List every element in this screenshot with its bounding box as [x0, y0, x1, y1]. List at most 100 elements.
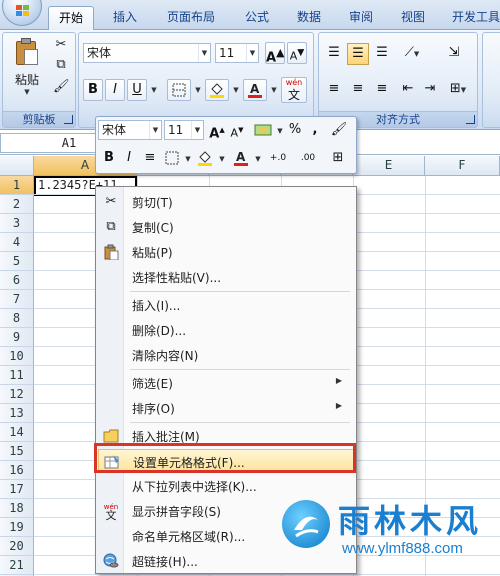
- mini-borders-icon[interactable]: [162, 148, 182, 170]
- chevron-down-icon[interactable]: ▼: [149, 121, 161, 139]
- office-button[interactable]: [2, 0, 42, 26]
- shrink-font-button[interactable]: A▼: [287, 42, 307, 64]
- increase-indent-icon[interactable]: ⇥: [419, 79, 441, 101]
- row-header[interactable]: 6: [0, 271, 34, 290]
- menu-item-copy[interactable]: ⧉ 复制(C): [98, 215, 354, 239]
- cut-icon[interactable]: ✂: [53, 37, 69, 53]
- menu-item-cut[interactable]: ✂ 剪切(T): [98, 190, 354, 214]
- chevron-down-icon[interactable]: ▼: [254, 148, 262, 170]
- font-color-button[interactable]: A: [243, 79, 267, 101]
- mini-grow-font-icon[interactable]: A▲: [208, 120, 226, 142]
- align-middle-icon[interactable]: ☰: [347, 43, 369, 65]
- row-header[interactable]: 16: [0, 461, 34, 480]
- mini-comma-button[interactable]: ,: [308, 120, 322, 142]
- underline-button[interactable]: U: [127, 79, 147, 101]
- row-header[interactable]: 20: [0, 537, 34, 556]
- mini-format-painter-icon[interactable]: 🖌: [328, 120, 350, 142]
- alignment-launcher-icon[interactable]: [466, 115, 475, 124]
- row-header[interactable]: 7: [0, 290, 34, 309]
- select-all-corner[interactable]: [0, 156, 34, 176]
- menu-item-clear-contents[interactable]: 清除内容(N): [98, 343, 354, 367]
- row-header[interactable]: 4: [0, 233, 34, 252]
- tab-data[interactable]: 数据: [286, 6, 332, 30]
- menu-item-filter[interactable]: 筛选(E) ▶: [98, 371, 354, 395]
- copy-icon[interactable]: ⧉: [53, 57, 69, 73]
- row-header[interactable]: 2: [0, 195, 34, 214]
- align-top-icon[interactable]: ☰: [323, 43, 345, 65]
- chevron-down-icon[interactable]: ▼: [191, 121, 203, 139]
- row-header[interactable]: 21: [0, 556, 34, 575]
- row-header[interactable]: 14: [0, 423, 34, 442]
- font-name-combo[interactable]: 宋体 ▼: [83, 43, 211, 63]
- chevron-down-icon[interactable]: ▼: [276, 120, 284, 142]
- tab-insert[interactable]: 插入: [102, 6, 148, 30]
- align-left-icon[interactable]: ≡: [323, 79, 345, 101]
- tab-home[interactable]: 开始: [48, 6, 94, 30]
- row-header[interactable]: 11: [0, 366, 34, 385]
- fill-color-button[interactable]: [205, 79, 229, 101]
- chevron-down-icon[interactable]: ▼: [231, 79, 241, 101]
- grow-font-button[interactable]: A▲: [265, 42, 285, 65]
- wrap-text-icon[interactable]: ⇲: [443, 43, 465, 65]
- menu-item-sort[interactable]: 排序(O) ▶: [98, 396, 354, 420]
- tab-page-layout[interactable]: 页面布局: [156, 6, 226, 30]
- row-header[interactable]: 17: [0, 480, 34, 499]
- tab-review[interactable]: 审阅: [338, 6, 384, 30]
- mini-decrease-decimal-button[interactable]: .00: [294, 148, 322, 170]
- menu-item-paste[interactable]: 粘贴(P): [98, 240, 354, 264]
- paste-button[interactable]: 粘贴 ▼: [7, 35, 47, 109]
- row-header[interactable]: 8: [0, 309, 34, 328]
- watermark-logo-icon: [282, 500, 330, 548]
- chevron-down-icon[interactable]: ▼: [193, 79, 203, 101]
- clipboard-launcher-icon[interactable]: [64, 115, 73, 124]
- mini-font-size-combo[interactable]: 11 ▼: [164, 120, 204, 140]
- row-header[interactable]: 1: [0, 176, 34, 195]
- align-center-icon[interactable]: ≡: [347, 79, 369, 101]
- row-header[interactable]: 10: [0, 347, 34, 366]
- menu-item-delete[interactable]: 删除(D)...: [98, 318, 354, 342]
- bold-button[interactable]: B: [83, 79, 103, 101]
- tab-developer[interactable]: 开发工具: [446, 6, 500, 30]
- mini-shrink-font-icon[interactable]: A▼: [228, 120, 246, 142]
- decrease-indent-icon[interactable]: ⇤: [397, 79, 419, 101]
- format-painter-icon[interactable]: 🖌: [53, 79, 70, 95]
- column-header-e[interactable]: E: [353, 156, 425, 176]
- merge-center-icon[interactable]: ⊞▼: [443, 79, 473, 101]
- chevron-down-icon[interactable]: ▼: [198, 44, 210, 62]
- font-size-combo[interactable]: 11 ▼: [215, 43, 259, 63]
- mini-fill-color-icon[interactable]: [194, 148, 216, 170]
- mini-center-icon[interactable]: ≡: [140, 148, 160, 170]
- row-header[interactable]: 12: [0, 385, 34, 404]
- phonetic-button[interactable]: wén 文: [281, 77, 307, 103]
- tab-formulas[interactable]: 公式: [234, 6, 280, 30]
- align-right-icon[interactable]: ≡: [371, 79, 393, 101]
- tab-view[interactable]: 视图: [390, 6, 436, 30]
- italic-button[interactable]: I: [105, 79, 125, 101]
- row-header[interactable]: 13: [0, 404, 34, 423]
- mini-increase-decimal-button[interactable]: +.0: [264, 148, 292, 170]
- row-header[interactable]: 5: [0, 252, 34, 271]
- menu-item-insert[interactable]: 插入(I)...: [98, 293, 354, 317]
- mini-merge-center-icon[interactable]: ⊞: [326, 148, 350, 170]
- chevron-down-icon[interactable]: ▼: [149, 79, 159, 101]
- chevron-down-icon[interactable]: ▼: [218, 148, 226, 170]
- row-header[interactable]: 18: [0, 499, 34, 518]
- row-header[interactable]: 3: [0, 214, 34, 233]
- chevron-down-icon[interactable]: ▼: [246, 44, 258, 62]
- menu-item-paste-special[interactable]: 选择性粘贴(V)...: [98, 265, 354, 289]
- mini-italic-button[interactable]: I: [120, 148, 138, 170]
- mini-bold-button[interactable]: B: [100, 148, 118, 170]
- mini-font-color-icon[interactable]: A: [230, 148, 252, 170]
- mini-font-name-combo[interactable]: 宋体 ▼: [98, 120, 162, 140]
- mini-accounting-format-icon[interactable]: [250, 120, 276, 142]
- orientation-icon[interactable]: ⟋▼: [397, 43, 427, 65]
- row-header[interactable]: 15: [0, 442, 34, 461]
- row-header[interactable]: 9: [0, 328, 34, 347]
- mini-percent-button[interactable]: %: [286, 120, 304, 142]
- align-bottom-icon[interactable]: ☰: [371, 43, 393, 65]
- column-header-f[interactable]: F: [425, 156, 500, 176]
- chevron-down-icon[interactable]: ▼: [184, 148, 192, 170]
- chevron-down-icon[interactable]: ▼: [269, 79, 279, 101]
- borders-button[interactable]: [167, 79, 191, 101]
- row-header[interactable]: 19: [0, 518, 34, 537]
